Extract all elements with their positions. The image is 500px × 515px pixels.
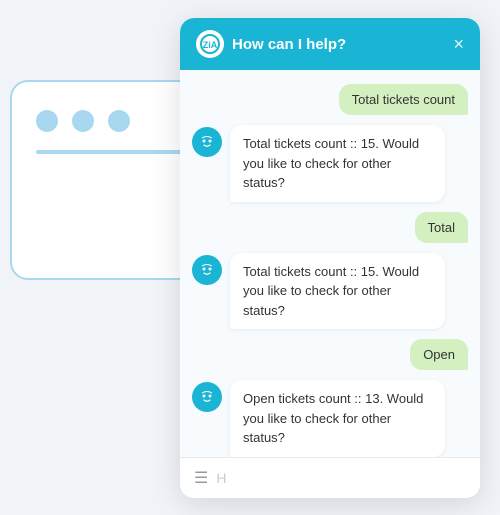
card-line [36,150,184,154]
bot-avatar-2 [192,255,222,285]
bot-avatar-3 [192,382,222,412]
user-message-1: Total tickets count [339,84,468,115]
bot-message-3: Open tickets count :: 13. Would you like… [230,380,445,457]
bot-message-row-1: Total tickets count :: 15. Would you lik… [192,125,468,202]
chat-title: How can I help? [232,36,346,53]
dot-2 [72,110,94,132]
bot-message-row-3: Open tickets count :: 13. Would you like… [192,380,468,457]
bot-message-2: Total tickets count :: 15. Would you lik… [230,253,445,330]
svg-text:ZiA: ZiA [203,40,218,50]
dot-3 [108,110,130,132]
chat-header: ZiA How can I help? × [180,18,480,70]
bot-message-1: Total tickets count :: 15. Would you lik… [230,125,445,202]
chat-footer: ☰ H [180,457,480,498]
zia-icon: ZiA [196,30,224,58]
dots-row [36,110,130,132]
chat-header-left: ZiA How can I help? [196,30,346,58]
close-button[interactable]: × [453,35,464,53]
dot-1 [36,110,58,132]
bot-message-row-2: Total tickets count :: 15. Would you lik… [192,253,468,330]
input-placeholder[interactable]: H [216,470,466,486]
scene: ZiA How can I help? × Total tickets coun… [0,0,500,515]
chat-window: ZiA How can I help? × Total tickets coun… [180,18,480,498]
bot-avatar-1 [192,127,222,157]
user-message-2: Total [415,212,468,243]
user-message-3: Open [410,339,468,370]
menu-icon[interactable]: ☰ [194,468,208,488]
chat-body: Total tickets count Total tickets count … [180,70,480,457]
